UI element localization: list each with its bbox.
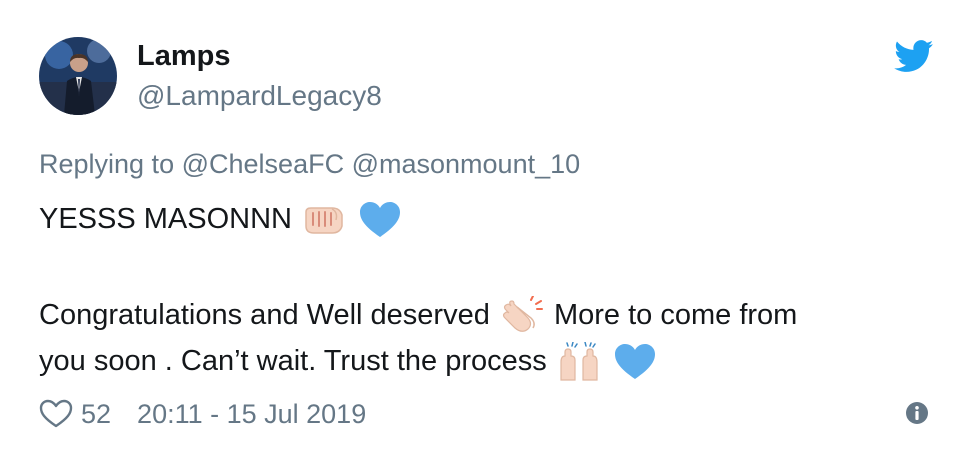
tweet-footer: 52 20:11 - 15 Jul 2019 (39, 396, 366, 432)
mention-masonmount[interactable]: @masonmount_10 (352, 149, 581, 179)
like-count[interactable]: 52 (81, 399, 111, 430)
tweet-line-1-text: YESSS MASONNN (39, 203, 292, 235)
tweet-text: YESSS MASONNN Congratulations and Well d… (39, 196, 949, 384)
oncoming-fist-emoji (302, 200, 346, 240)
tweet-line-2: Congratulations and Well deserved More t… (39, 292, 949, 338)
blue-heart-emoji (358, 200, 402, 240)
raising-hands-emoji (557, 342, 601, 382)
clapping-hands-emoji (500, 296, 544, 336)
tweet-line-3-text: you soon . Can’t wait. Trust the process (39, 345, 547, 377)
timestamp[interactable]: 20:11 - 15 Jul 2019 (137, 399, 366, 430)
tweet-line-2-text-a: Congratulations and Well deserved (39, 299, 490, 331)
reply-prefix: Replying to (39, 149, 175, 179)
reply-context: Replying to @ChelseaFC @masonmount_10 (39, 147, 580, 181)
avatar-photo (39, 37, 117, 115)
tweet-line-2-text-b: More to come from (553, 299, 798, 331)
user-handle[interactable]: @LampardLegacy8 (137, 78, 382, 114)
display-name[interactable]: Lamps (137, 38, 230, 74)
tweet-line-1: YESSS MASONNN (39, 196, 949, 242)
blue-heart-emoji-2 (613, 342, 657, 382)
mention-chelseafc[interactable]: @ChelseaFC (182, 149, 344, 179)
info-icon[interactable] (905, 401, 929, 425)
tweet-line-3: you soon . Can’t wait. Trust the process (39, 338, 949, 384)
tweet-card: Lamps @LampardLegacy8 Replying to @Chels… (0, 0, 968, 452)
heart-outline-icon[interactable] (39, 399, 73, 429)
avatar[interactable] (39, 37, 117, 115)
twitter-bird-icon[interactable] (894, 40, 934, 73)
